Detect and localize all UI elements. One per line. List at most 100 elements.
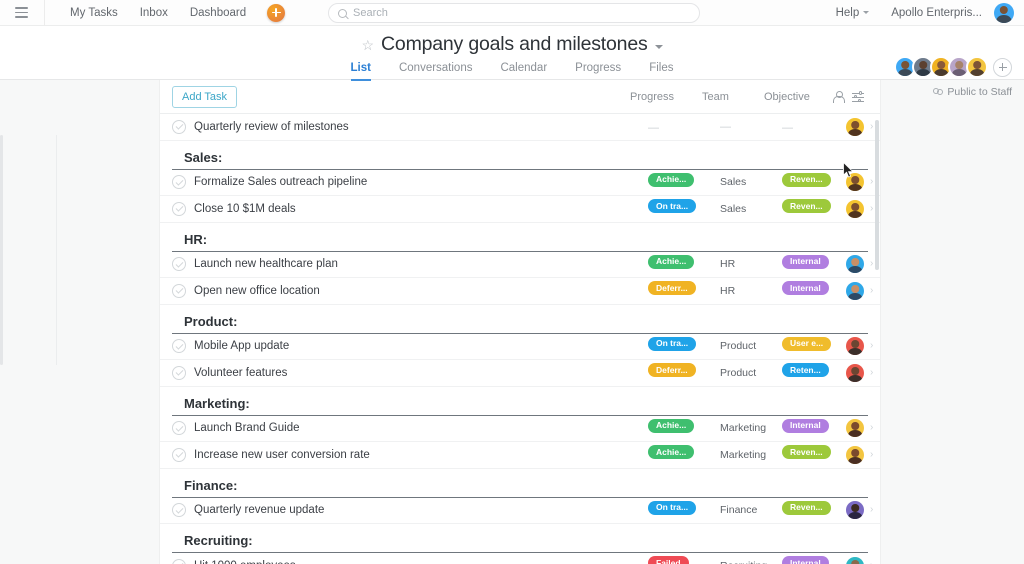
task-columns: On tra... Sales Reven... bbox=[648, 199, 868, 218]
nav-link-dashboard[interactable]: Dashboard bbox=[179, 0, 257, 26]
task-complete-checkbox[interactable] bbox=[172, 365, 186, 380]
task-complete-checkbox[interactable] bbox=[172, 175, 186, 190]
team-cell: Recruiting bbox=[720, 560, 782, 564]
column-header-team[interactable]: Team bbox=[702, 91, 764, 103]
sidebar-scroll-strip[interactable] bbox=[0, 135, 3, 365]
objective-badge[interactable]: Reven... bbox=[782, 199, 831, 214]
progress-cell: Achie... bbox=[648, 254, 720, 274]
organization-name[interactable]: Apollo Enterpris... bbox=[891, 7, 982, 19]
task-group-header[interactable]: Marketing: bbox=[172, 387, 868, 416]
assignee-avatar[interactable] bbox=[846, 337, 864, 356]
objective-badge[interactable]: Reten... bbox=[782, 363, 829, 378]
objective-badge[interactable]: Internal bbox=[782, 418, 829, 433]
open-task-details-chevron-right-icon[interactable]: › bbox=[870, 449, 880, 460]
assignee-avatar[interactable] bbox=[846, 363, 864, 382]
quick-add-plus-icon[interactable] bbox=[267, 3, 286, 22]
progress-badge[interactable]: Achie... bbox=[648, 254, 695, 269]
progress-badge[interactable]: Achie... bbox=[648, 172, 695, 187]
help-menu[interactable]: Help bbox=[836, 7, 870, 19]
objective-badge[interactable]: Internal bbox=[782, 556, 829, 564]
favorite-star-icon[interactable]: ☆ bbox=[361, 38, 374, 52]
task-complete-checkbox[interactable] bbox=[172, 119, 186, 134]
objective-badge[interactable]: Internal bbox=[782, 254, 829, 269]
tab-files[interactable]: Files bbox=[649, 62, 673, 81]
column-header-progress[interactable]: Progress bbox=[630, 91, 702, 103]
task-complete-checkbox[interactable] bbox=[172, 503, 186, 518]
open-task-details-chevron-right-icon[interactable]: › bbox=[870, 367, 880, 378]
task-row[interactable]: Launch new healthcare plan Achie... HR Inte… bbox=[160, 252, 880, 278]
tab-list[interactable]: List bbox=[350, 62, 371, 81]
objective-badge[interactable]: Reven... bbox=[782, 445, 831, 460]
task-row[interactable]: Hit 1000 employees Failed RecruitingIntern… bbox=[160, 553, 880, 564]
tab-conversations[interactable]: Conversations bbox=[399, 62, 473, 81]
task-complete-checkbox[interactable] bbox=[172, 558, 186, 564]
progress-badge[interactable]: Failed bbox=[648, 556, 689, 564]
search-box[interactable] bbox=[328, 3, 700, 23]
hamburger-menu-icon[interactable] bbox=[10, 0, 32, 26]
task-row[interactable]: Launch Brand Guide Achie... Marketing Inter… bbox=[160, 416, 880, 442]
task-complete-checkbox[interactable] bbox=[172, 421, 186, 436]
progress-badge[interactable]: Deferr... bbox=[648, 281, 696, 296]
member-avatar[interactable] bbox=[966, 56, 988, 78]
task-row[interactable]: Quarterly review of milestones — — — › bbox=[160, 114, 880, 141]
task-row[interactable]: Open new office location Deferr... HR Inter… bbox=[160, 278, 880, 305]
objective-badge[interactable]: Reven... bbox=[782, 500, 831, 515]
sort-settings-icon[interactable] bbox=[848, 87, 868, 107]
task-row[interactable]: Volunteer features Deferr... Product Reten.… bbox=[160, 360, 880, 387]
task-complete-checkbox[interactable] bbox=[172, 283, 186, 298]
task-group-header[interactable]: Sales: bbox=[172, 141, 868, 170]
assignee-avatar[interactable] bbox=[846, 281, 864, 300]
assignee-avatar[interactable] bbox=[846, 255, 864, 274]
assignee-avatar[interactable] bbox=[846, 501, 864, 520]
task-row[interactable]: Formalize Sales outreach pipeline Achie..… bbox=[160, 170, 880, 196]
objective-badge[interactable]: Internal bbox=[782, 281, 829, 296]
tab-calendar[interactable]: Calendar bbox=[500, 62, 547, 81]
assignee-avatar[interactable] bbox=[846, 199, 864, 218]
task-name: Open new office location bbox=[194, 284, 320, 297]
progress-badge[interactable]: Achie... bbox=[648, 445, 695, 460]
assignee-avatar[interactable] bbox=[846, 556, 864, 564]
assignee-avatar[interactable] bbox=[846, 173, 864, 192]
progress-badge[interactable]: Deferr... bbox=[648, 363, 696, 378]
nav-link-my-tasks[interactable]: My Tasks bbox=[59, 0, 129, 26]
open-task-details-chevron-right-icon[interactable]: › bbox=[870, 505, 880, 515]
search-input[interactable] bbox=[353, 7, 690, 19]
task-row[interactable]: Quarterly revenue update On tra... Finance… bbox=[160, 498, 880, 524]
column-headers: Progress Team Objective bbox=[630, 87, 868, 107]
task-row[interactable]: Close 10 $1M deals On tra... Sales Reven...… bbox=[160, 196, 880, 223]
progress-badge[interactable]: On tra... bbox=[648, 199, 697, 214]
add-member-button[interactable] bbox=[993, 57, 1012, 77]
task-complete-checkbox[interactable] bbox=[172, 201, 186, 216]
project-privacy-setting[interactable]: Public to Staff bbox=[932, 86, 1012, 98]
column-header-objective[interactable]: Objective bbox=[764, 91, 828, 103]
task-group-header[interactable]: Product: bbox=[172, 305, 868, 334]
task-group-header[interactable]: Recruiting: bbox=[172, 524, 868, 553]
objective-badge[interactable]: Reven... bbox=[782, 172, 831, 187]
team-cell: Marketing bbox=[720, 448, 767, 461]
progress-badge[interactable]: On tra... bbox=[648, 500, 697, 515]
assignee-avatar[interactable] bbox=[846, 445, 864, 464]
tab-progress[interactable]: Progress bbox=[575, 62, 621, 81]
task-columns: — — — bbox=[648, 117, 868, 136]
task-group-header[interactable]: Finance: bbox=[172, 469, 868, 498]
progress-badge[interactable]: Achie... bbox=[648, 418, 695, 433]
nav-link-inbox[interactable]: Inbox bbox=[129, 0, 179, 26]
list-scrollbar[interactable] bbox=[875, 120, 879, 270]
task-complete-checkbox[interactable] bbox=[172, 447, 186, 462]
task-group-header[interactable]: HR: bbox=[172, 223, 868, 252]
task-row[interactable]: Mobile App update On tra... Product User e.… bbox=[160, 334, 880, 360]
assignee-filter-icon[interactable] bbox=[828, 87, 848, 107]
add-task-button[interactable]: Add Task bbox=[172, 85, 238, 108]
project-menu-chevron-down-icon[interactable] bbox=[654, 44, 663, 49]
progress-badge[interactable]: On tra... bbox=[648, 336, 697, 351]
task-complete-checkbox[interactable] bbox=[172, 339, 186, 354]
task-row[interactable]: Increase new user conversion rate Achie..… bbox=[160, 442, 880, 469]
user-avatar[interactable] bbox=[994, 2, 1014, 23]
assignee-avatar[interactable] bbox=[846, 419, 864, 438]
open-task-details-chevron-right-icon[interactable]: › bbox=[870, 341, 880, 351]
open-task-details-chevron-right-icon[interactable]: › bbox=[870, 423, 880, 433]
assignee-avatar[interactable] bbox=[846, 117, 864, 136]
task-complete-checkbox[interactable] bbox=[172, 257, 186, 272]
objective-badge[interactable]: User e... bbox=[782, 336, 832, 351]
open-task-details-chevron-right-icon[interactable]: › bbox=[870, 285, 880, 296]
